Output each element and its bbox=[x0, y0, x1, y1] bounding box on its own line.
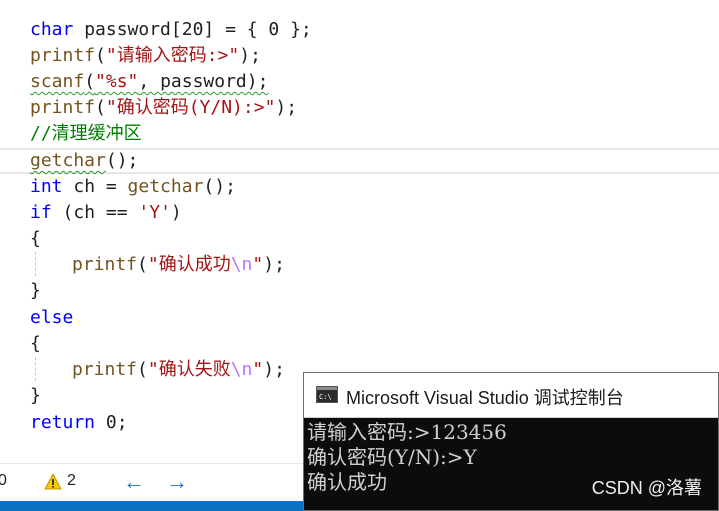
svg-text:C:\: C:\ bbox=[319, 393, 332, 401]
console-output-line: 确认成功 bbox=[307, 470, 387, 494]
code-line: if (ch == 'Y') bbox=[30, 202, 182, 223]
code-comment: //清理缓冲区 bbox=[30, 123, 142, 144]
console-output-line: 请输入密码:>123456 bbox=[307, 420, 507, 444]
warning-count[interactable]: 2 bbox=[67, 472, 76, 490]
code-line: printf("确认失败\n"); bbox=[72, 359, 285, 380]
code-line: printf("确认密码(Y/N):>"); bbox=[30, 97, 298, 118]
code-line: char password[20] = { 0 }; bbox=[30, 19, 312, 40]
code-line: printf("请输入密码:>"); bbox=[30, 45, 261, 66]
code-line: printf("确认成功\n"); bbox=[72, 254, 285, 275]
code-line: int ch = getchar(); bbox=[30, 176, 236, 197]
code-line: { bbox=[30, 333, 41, 354]
warning-icon[interactable] bbox=[44, 473, 62, 491]
console-titlebar[interactable]: C:\ Microsoft Visual Studio 调试控制台 bbox=[304, 373, 718, 418]
code-line: else bbox=[30, 307, 74, 328]
code-line: } bbox=[30, 280, 41, 301]
indent-guide bbox=[35, 357, 36, 381]
navigate-back-icon[interactable]: ← bbox=[123, 471, 145, 493]
navigate-forward-icon[interactable]: → bbox=[166, 471, 188, 493]
code-line: scanf("%s", password); bbox=[30, 71, 269, 92]
code-line: return 0; bbox=[30, 412, 128, 433]
indent-guide bbox=[35, 252, 36, 276]
csdn-watermark: CSDN @洛薯 bbox=[591, 478, 702, 498]
console-output-line: 确认密码(Y/N):>Y bbox=[307, 445, 477, 469]
error-count[interactable]: 0 bbox=[0, 472, 7, 490]
code-line: } bbox=[30, 385, 41, 406]
code-line: { bbox=[30, 228, 41, 249]
console-title: Microsoft Visual Studio 调试控制台 bbox=[346, 388, 624, 408]
code-line: getchar(); bbox=[30, 150, 139, 171]
debug-console-window[interactable]: C:\ Microsoft Visual Studio 调试控制台 请输入密码:… bbox=[303, 372, 719, 511]
console-app-icon: C:\ bbox=[316, 386, 338, 403]
